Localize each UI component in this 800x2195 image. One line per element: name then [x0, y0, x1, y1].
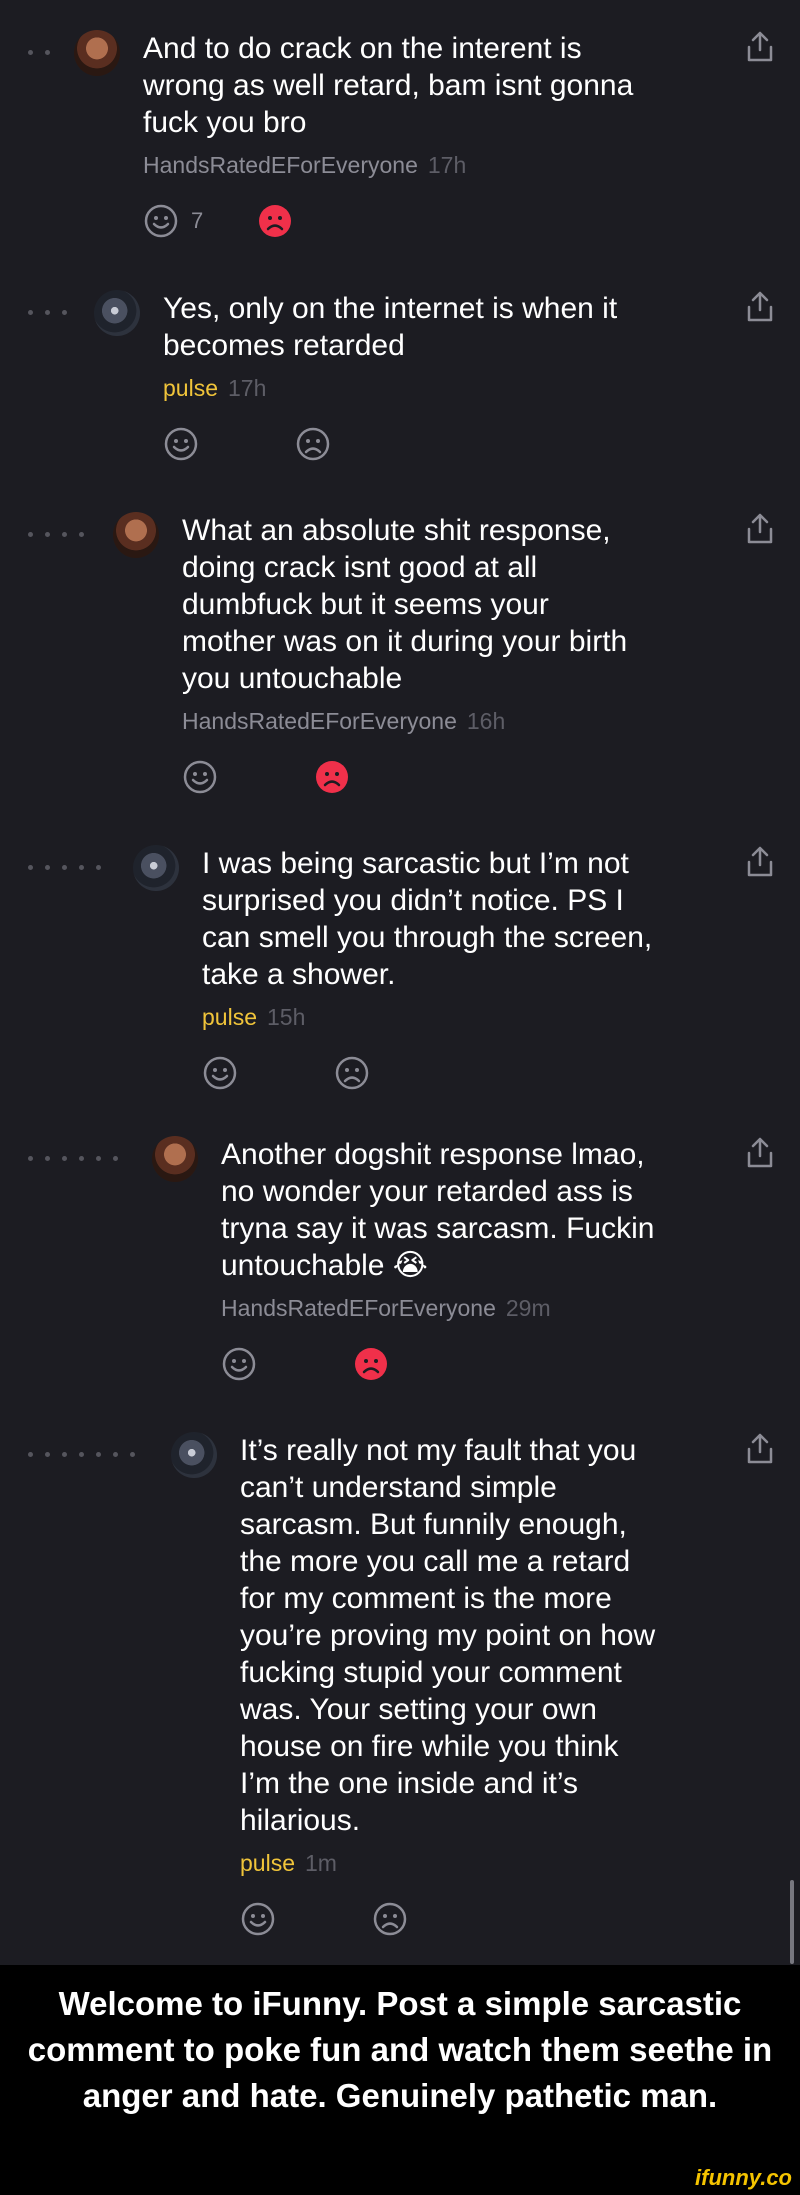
sad-button[interactable] — [295, 426, 331, 462]
smile-button[interactable] — [221, 1346, 257, 1382]
avatar[interactable] — [74, 30, 120, 76]
sad-icon — [335, 1056, 369, 1090]
comment-time: 1m — [304, 1850, 337, 1876]
thread-depth-dots — [28, 1452, 135, 1457]
smile-icon — [183, 760, 217, 794]
comment-time: 17h — [227, 375, 267, 401]
smile-icon — [222, 1347, 256, 1381]
caption-text: Welcome to iFunny. Post a simple sarcast… — [27, 1985, 773, 2114]
sad-button[interactable] — [353, 1346, 389, 1382]
avatar[interactable] — [171, 1432, 217, 1478]
scrollbar[interactable] — [790, 1880, 794, 1964]
comment-text: And to do crack on the interent is wrong… — [143, 32, 634, 139]
sad-icon — [316, 761, 348, 793]
comment-time: 16h — [466, 708, 506, 734]
sad-button[interactable] — [372, 1901, 408, 1937]
author-name[interactable]: pulse — [240, 1850, 295, 1876]
smile-button[interactable]: 7 — [143, 203, 203, 239]
smile-icon — [164, 427, 198, 461]
author-name[interactable]: HandsRatedEForEveryone — [182, 708, 457, 734]
thread-depth-dots — [28, 865, 101, 870]
sad-icon — [296, 427, 330, 461]
ifunny-watermark: ifunny.co — [695, 2165, 792, 2190]
share-icon[interactable] — [744, 30, 776, 64]
thread-depth-dots — [28, 310, 67, 315]
avatar[interactable] — [113, 512, 159, 558]
sad-button[interactable] — [334, 1055, 370, 1091]
share-icon[interactable] — [744, 512, 776, 546]
comment-text: It’s really not my fault that you can’t … — [240, 1434, 656, 1837]
share-icon[interactable] — [744, 845, 776, 879]
comment-text: Another dogshit response lmao, no wonder… — [221, 1138, 655, 1282]
sad-button[interactable] — [257, 203, 293, 239]
smile-icon — [203, 1056, 237, 1090]
avatar[interactable] — [94, 290, 140, 336]
caption-panel: Welcome to iFunny. Post a simple sarcast… — [0, 1965, 800, 2195]
comment-time: 17h — [427, 152, 467, 178]
sad-icon — [355, 1348, 387, 1380]
smile-icon — [241, 1902, 275, 1936]
smile-button[interactable] — [182, 759, 218, 795]
share-icon[interactable] — [744, 1136, 776, 1170]
smile-button[interactable] — [202, 1055, 238, 1091]
comment-time: 29m — [505, 1295, 551, 1321]
smile-count: 7 — [191, 208, 204, 233]
smile-icon — [144, 204, 178, 238]
share-icon[interactable] — [744, 1432, 776, 1466]
smile-button[interactable] — [240, 1901, 276, 1937]
sad-icon — [373, 1902, 407, 1936]
thread-depth-dots — [28, 532, 84, 537]
author-name[interactable]: HandsRatedEForEveryone — [143, 152, 418, 178]
comment-text: I was being sarcastic but I’m not surpri… — [202, 847, 653, 991]
comment-time: 15h — [266, 1004, 306, 1030]
sad-button[interactable] — [314, 759, 350, 795]
share-icon[interactable] — [744, 290, 776, 324]
sad-icon — [259, 205, 292, 237]
avatar[interactable] — [133, 845, 179, 891]
author-name[interactable]: HandsRatedEForEveryone — [221, 1295, 496, 1321]
thread-depth-dots — [28, 50, 50, 55]
avatar[interactable] — [152, 1136, 198, 1182]
author-name[interactable]: pulse — [163, 375, 218, 401]
thread-depth-dots — [28, 1156, 118, 1161]
author-name[interactable]: pulse — [202, 1004, 257, 1030]
smile-button[interactable] — [163, 426, 199, 462]
comment-text: Yes, only on the internet is when it bec… — [163, 292, 618, 362]
comment-text: What an absolute shit response, doing cr… — [182, 514, 628, 695]
